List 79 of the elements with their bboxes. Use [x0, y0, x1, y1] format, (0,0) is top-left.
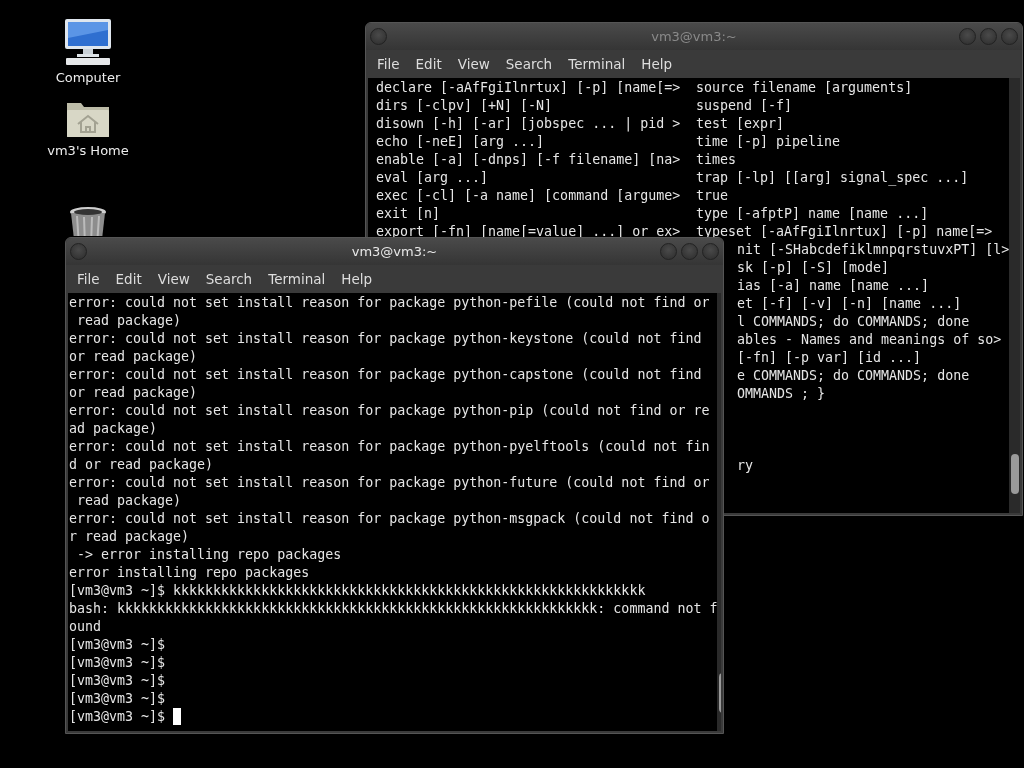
close-button[interactable] — [702, 243, 719, 260]
terminal-line: [vm3@vm3 ~]$ kkkkkkkkkkkkkkkkkkkkkkkkkkkkkkkkkkkkkkkkkkkkkkkkkkkkkkkkkkk — [69, 583, 646, 598]
minimize-button[interactable] — [959, 28, 976, 45]
close-button[interactable] — [1001, 28, 1018, 45]
menu-item[interactable]: Search — [197, 271, 261, 287]
terminal-line: typeset [-aAfFgiIlnrtux] [-p] name[=> — [696, 223, 994, 241]
terminal-line: r read package) — [69, 529, 190, 544]
terminal-line: declare [-aAfFgiIlnrtux] [-p] [name[=> — [376, 79, 682, 97]
scrollbar-thumb[interactable] — [1011, 454, 1020, 494]
window-menu-button[interactable] — [70, 243, 87, 260]
terminal-line: ias [-a] name [name ...] — [737, 278, 930, 293]
maximize-button[interactable] — [980, 28, 997, 45]
maximize-button[interactable] — [681, 243, 698, 260]
menu-item[interactable]: Help — [333, 271, 381, 287]
terminal-line: error: could not set install reason for package python-keystone (could not find — [69, 331, 702, 346]
desktop-icon-label: Computer — [55, 70, 121, 85]
terminal-line: error: could not set install reason for package python-capstone (could not find — [69, 367, 702, 382]
terminal-line: echo [-neE] [arg ...] — [376, 133, 546, 151]
menu-item[interactable]: Edit — [107, 271, 150, 287]
terminal-line: error: could not set install reason for package python-pyelftools (could not fin — [69, 439, 710, 454]
menu-item[interactable]: File — [69, 271, 108, 287]
terminal-line: or read package) — [69, 385, 198, 400]
window-title: vm3@vm3:~ — [351, 244, 438, 259]
terminal-line: [vm3@vm3 ~]$ — [69, 709, 166, 724]
terminal-line: error: could not set install reason for package python-msgpack (could not find o — [69, 511, 710, 526]
terminal-line: [vm3@vm3 ~]$ — [69, 691, 166, 706]
terminal-line: [-fn] [-p var] [id ...] — [737, 350, 922, 365]
menu-item[interactable]: Edit — [407, 56, 450, 72]
terminal-line: disown [-h] [-ar] [jobspec ... | pid > — [376, 115, 682, 133]
terminal-line: source filename [arguments] — [696, 79, 914, 97]
terminal-line: OMMANDS ; } — [737, 386, 826, 401]
terminal-line: error: could not set install reason for package python-pefile (could not find or — [69, 295, 710, 310]
menu-item[interactable]: File — [369, 56, 408, 72]
terminal-line: read package) — [76, 493, 182, 508]
terminal-line: exit [n] — [376, 205, 442, 223]
terminal-line: read package) — [76, 313, 182, 328]
terminal-line: true — [696, 187, 730, 205]
window-menu-button[interactable] — [370, 28, 387, 45]
menu-item[interactable]: Terminal — [560, 56, 634, 72]
terminal-line: et [-f] [-v] [-n] [name ...] — [737, 296, 962, 311]
minimize-button[interactable] — [660, 243, 677, 260]
window-title: vm3@vm3:~ — [651, 29, 737, 44]
terminal-line: error: could not set install reason for package python-future (could not find or — [69, 475, 710, 490]
terminal-line: sk [-p] [-S] [mode] — [737, 260, 890, 275]
desktop-icon-label: vm3's Home — [47, 143, 129, 158]
terminal-line: times — [696, 151, 738, 169]
menu-item[interactable]: Search — [497, 56, 561, 72]
terminal-line: time [-p] pipeline — [696, 133, 842, 151]
terminal-line: error installing repo packages — [69, 565, 310, 580]
terminal-line: bash: kkkkkkkkkkkkkkkkkkkkkkkkkkkkkkkkkkkkkkkkkkkkkkkkkkkkkkkkkkkk: command not f — [69, 601, 718, 616]
terminal-line: exec [-cl] [-a name] [command [argume> — [376, 187, 682, 205]
terminal-line: ound — [69, 619, 102, 634]
terminal-line: [vm3@vm3 ~]$ — [69, 655, 166, 670]
menu-item[interactable]: View — [149, 271, 198, 287]
scrollbar[interactable] — [1009, 78, 1020, 513]
terminal-line: -> error installing repo packages — [76, 547, 342, 562]
terminal-line: enable [-a] [-dnps] [-f filename] [na> — [376, 151, 682, 169]
computer-icon[interactable] — [63, 18, 113, 66]
terminal-line: dirs [-clpv] [+N] [-N] — [376, 97, 554, 115]
terminal-line: type [-afptP] name [name ...] — [696, 205, 930, 223]
terminal-line: eval [arg ...] — [376, 169, 490, 187]
terminal-line: d or read package) — [69, 457, 214, 472]
terminal-line: [vm3@vm3 ~]$ — [69, 673, 166, 688]
terminal-line: ad package) — [69, 421, 158, 436]
terminal-line: test [expr] — [696, 115, 786, 133]
terminal-line: ables - Names and meanings of so> — [737, 332, 1002, 347]
terminal-line: [vm3@vm3 ~]$ — [69, 637, 166, 652]
terminal-line: ry — [737, 458, 753, 473]
terminal-line: trap [-lp] [[arg] signal_spec ...] — [696, 169, 970, 187]
terminal-line: e COMMANDS; do COMMANDS; done — [737, 368, 970, 383]
menu-item[interactable]: Help — [633, 56, 681, 72]
terminal-line: nit [-SHabcdefiklmnpqrstuvxPT] [l> — [737, 242, 1010, 257]
menu-item[interactable]: Terminal — [260, 271, 334, 287]
scrollbar[interactable] — [717, 293, 721, 731]
terminal-line: or read package) — [69, 349, 198, 364]
terminal-line: suspend [-f] — [696, 97, 794, 115]
terminal-line: error: could not set install reason for package python-pip (could not find or re — [69, 403, 710, 418]
terminal-line: l COMMANDS; do COMMANDS; done — [737, 314, 970, 329]
menu-item[interactable]: View — [449, 56, 498, 72]
